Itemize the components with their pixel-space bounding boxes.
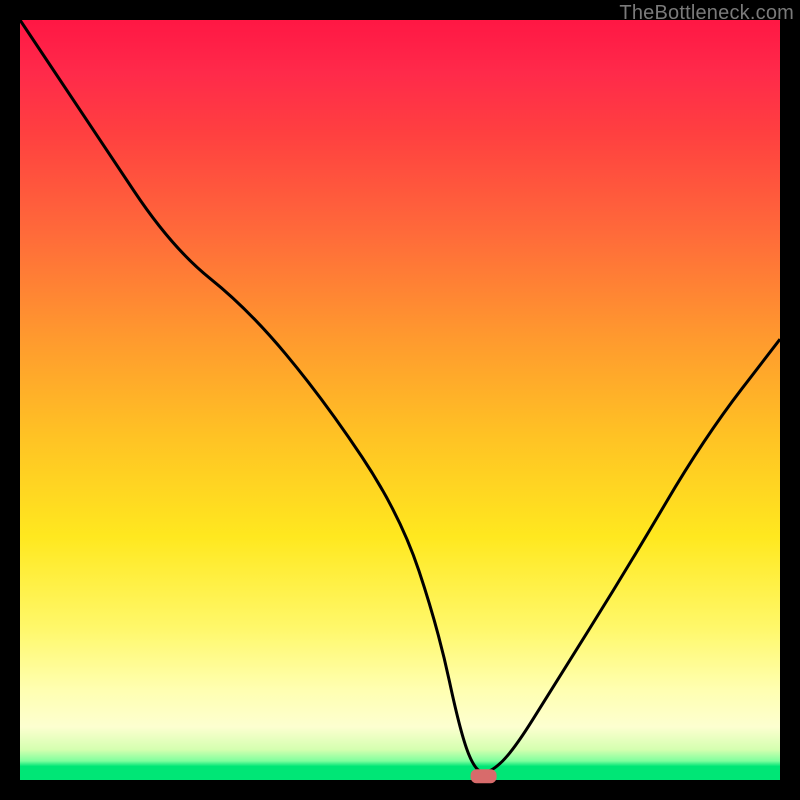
bottleneck-curve-svg (20, 20, 780, 780)
bottleneck-curve-path (20, 20, 780, 772)
optimum-marker (471, 769, 497, 783)
plot-area (20, 20, 780, 780)
chart-frame: TheBottleneck.com (0, 0, 800, 800)
